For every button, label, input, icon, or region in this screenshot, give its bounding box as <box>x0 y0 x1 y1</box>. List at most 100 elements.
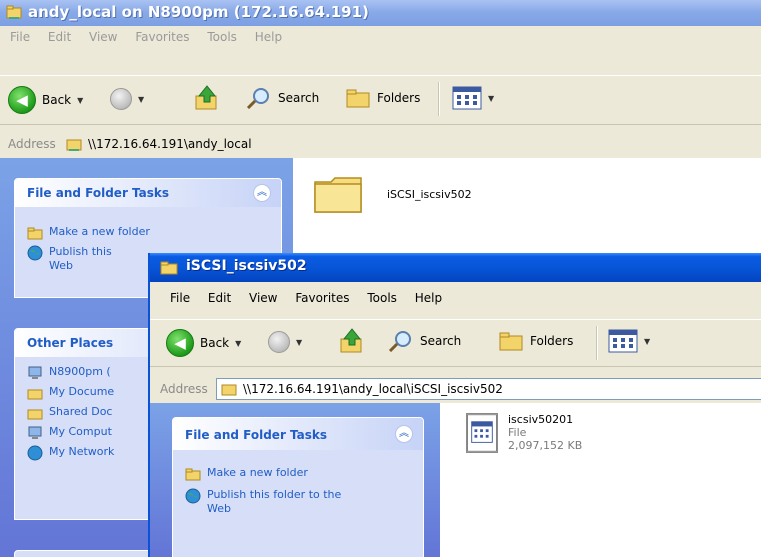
globe-icon <box>27 245 43 261</box>
menu-view[interactable]: View <box>89 30 117 44</box>
file-icon <box>466 413 498 453</box>
menu-help[interactable]: Help <box>415 291 442 305</box>
folder-icon <box>185 468 201 481</box>
chevron-down-icon: ▼ <box>138 94 145 104</box>
chevron-down-icon: ▼ <box>235 338 242 348</box>
chevron-down-icon: ▼ <box>77 95 84 105</box>
network-icon <box>27 445 43 461</box>
folder-name: iSCSI_iscsiv502 <box>387 188 472 201</box>
folder-item[interactable]: iSCSI_iscsiv502 <box>313 174 472 217</box>
folder-icon <box>221 384 237 396</box>
computer-icon <box>28 426 42 439</box>
views-button[interactable]: ▼ <box>608 329 650 353</box>
task-publish-folder[interactable]: Publish this folder to the Web <box>185 488 341 516</box>
folders-icon <box>346 89 370 108</box>
menu-edit[interactable]: Edit <box>48 30 71 44</box>
back-button[interactable]: ◀ Back ▼ <box>8 86 83 114</box>
folder-icon <box>27 227 43 240</box>
back-menubar: File Edit View Favorites Tools Help <box>10 30 750 52</box>
place-my-documents[interactable]: My Docume <box>27 385 114 401</box>
folders-button[interactable]: Folders <box>345 87 420 109</box>
task-publish-folder[interactable]: Publish this Web <box>27 245 112 273</box>
menu-favorites[interactable]: Favorites <box>295 291 349 305</box>
search-icon <box>246 88 269 109</box>
file-type: File <box>508 426 527 439</box>
panel-header[interactable]: File and Folder Tasks ︽ <box>15 179 281 207</box>
back-arrow-icon: ◀ <box>8 86 36 114</box>
task-make-new-folder[interactable]: Make a new folder <box>27 225 150 241</box>
folders-button[interactable]: Folders <box>498 330 573 352</box>
back-window-titlebar[interactable]: andy_local on N8900pm (172.16.64.191) <box>0 0 761 26</box>
collapse-chevron-icon[interactable]: ︽ <box>395 425 413 443</box>
folder-icon <box>160 261 178 275</box>
back-button[interactable]: ◀ Back ▼ <box>166 329 241 357</box>
toolbar-separator <box>438 82 440 116</box>
back-address-bar: Address \\172.16.64.191\andy_local <box>0 132 761 156</box>
file-meta: iscsiv50201 File 2,097,152 KB <box>508 413 582 452</box>
globe-icon <box>185 488 201 504</box>
menu-view[interactable]: View <box>249 291 277 305</box>
front-content-area: iscsiv50201 File 2,097,152 KB <box>440 403 761 557</box>
search-button[interactable]: Search <box>246 87 319 109</box>
forward-arrow-icon <box>110 88 132 110</box>
network-folder-icon <box>6 5 22 19</box>
views-icon <box>608 329 638 353</box>
views-icon <box>452 86 482 110</box>
menu-file[interactable]: File <box>170 291 190 305</box>
address-label: Address <box>8 137 56 151</box>
file-item[interactable]: iscsiv50201 File 2,097,152 KB <box>466 413 666 463</box>
panel-title: File and Folder Tasks <box>27 186 170 200</box>
search-icon <box>388 331 411 352</box>
search-button[interactable]: Search <box>388 330 461 352</box>
chevron-down-icon: ▼ <box>644 336 651 346</box>
back-toolbar: ◀ Back ▼ ▼ Search Folders ▼ <box>0 75 761 125</box>
place-my-computer[interactable]: My Comput <box>27 425 112 441</box>
task-make-new-folder[interactable]: Make a new folder <box>185 466 308 482</box>
menu-tools[interactable]: Tools <box>207 30 237 44</box>
forward-arrow-icon <box>268 331 290 353</box>
front-file-folder-tasks-panel: File and Folder Tasks ︽ Make a new folde… <box>172 417 424 557</box>
address-input[interactable]: \\172.16.64.191\andy_local\iSCSI_iscsiv5… <box>216 378 761 400</box>
chevron-down-icon: ▼ <box>296 337 303 347</box>
place-n8900pm[interactable]: N8900pm ( <box>27 365 111 381</box>
up-folder-icon <box>195 85 217 110</box>
network-folder-icon <box>66 139 82 151</box>
folder-icon <box>27 389 43 400</box>
file-size: 2,097,152 KB <box>508 439 583 452</box>
forward-button[interactable]: ▼ <box>110 88 144 110</box>
front-address-bar: Address \\172.16.64.191\andy_local\iSCSI… <box>150 377 761 401</box>
menu-tools[interactable]: Tools <box>367 291 397 305</box>
file-name: iscsiv50201 <box>508 413 574 426</box>
up-button[interactable] <box>338 327 366 355</box>
front-window-titlebar[interactable]: iSCSI_iscsiv502 <box>150 253 761 282</box>
views-button[interactable]: ▼ <box>452 86 494 110</box>
forward-button[interactable]: ▼ <box>268 331 302 353</box>
toolbar-separator <box>596 326 598 360</box>
shared-folder-icon <box>27 409 43 420</box>
front-explorer-window: iSCSI_iscsiv502 File Edit View Favorites… <box>148 253 761 557</box>
computer-icon <box>28 366 42 379</box>
chevron-down-icon: ▼ <box>488 93 495 103</box>
place-shared-documents[interactable]: Shared Doc <box>27 405 112 421</box>
back-window-title: andy_local on N8900pm (172.16.64.191) <box>28 3 369 21</box>
panel-title: Other Places <box>27 336 114 350</box>
front-task-pane: File and Folder Tasks ︽ Make a new folde… <box>150 403 440 557</box>
folder-icon <box>314 177 362 213</box>
address-input[interactable]: \\172.16.64.191\andy_local <box>62 133 761 155</box>
place-my-network[interactable]: My Network <box>27 445 114 461</box>
address-label: Address <box>160 382 208 396</box>
back-arrow-icon: ◀ <box>166 329 194 357</box>
menu-edit[interactable]: Edit <box>208 291 231 305</box>
menu-file[interactable]: File <box>10 30 30 44</box>
front-menubar: File Edit View Favorites Tools Help <box>170 291 750 313</box>
up-button[interactable] <box>193 84 221 112</box>
menu-help[interactable]: Help <box>255 30 282 44</box>
folders-icon <box>499 332 523 351</box>
menu-favorites[interactable]: Favorites <box>135 30 189 44</box>
collapse-chevron-icon[interactable]: ︽ <box>253 184 271 202</box>
panel-title: File and Folder Tasks <box>185 428 328 442</box>
up-folder-icon <box>340 328 362 353</box>
front-window-title: iSCSI_iscsiv502 <box>186 258 307 274</box>
panel-header[interactable]: File and Folder Tasks ︽ <box>173 418 423 450</box>
front-toolbar: ◀ Back ▼ ▼ Search Folders ▼ <box>150 319 761 367</box>
